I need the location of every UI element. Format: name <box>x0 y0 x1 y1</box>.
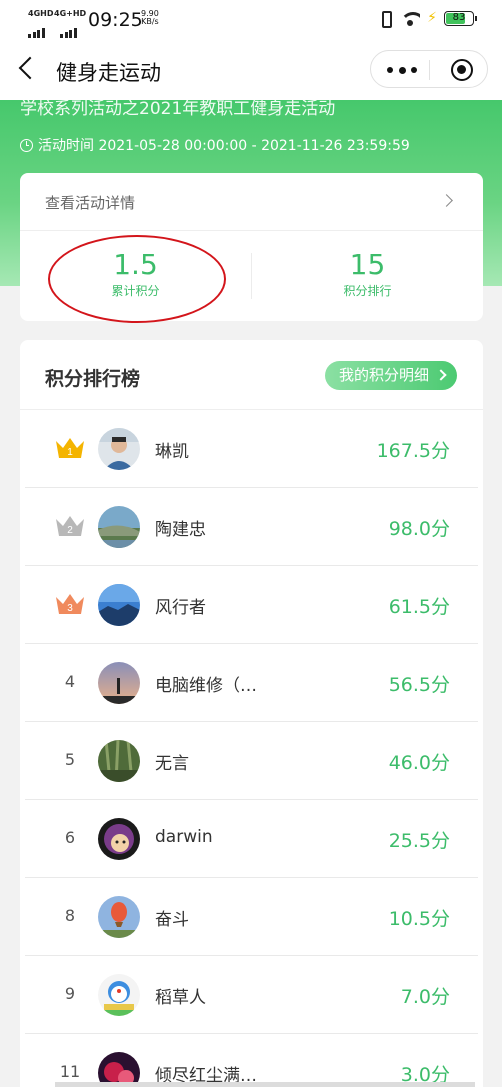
chevron-right-icon <box>440 194 453 207</box>
clock-time: 09:25 <box>88 9 143 31</box>
rank-number: 8 <box>64 906 76 925</box>
speed-unit: KB/s <box>141 17 159 26</box>
ranking-row[interactable]: 5 无言 46.0分 <box>25 722 478 800</box>
my-points-detail-label: 我的积分明细 <box>338 366 429 384</box>
activity-time-text: 活动时间 2021-05-28 00:00:00 - 2021-11-26 23… <box>38 138 410 154</box>
ranking-row[interactable]: 6 darwin 25.5分 <box>25 800 478 878</box>
user-name: darwin <box>155 827 213 847</box>
avatar <box>98 662 140 704</box>
rank-number: 6 <box>64 828 76 847</box>
user-points: 56.5分 <box>388 674 450 696</box>
rank-number: 5 <box>64 750 76 769</box>
annotation-circle <box>48 235 226 323</box>
clock-icon <box>20 138 33 152</box>
nav-bar: 健身走运动 <box>0 38 502 100</box>
more-icon[interactable] <box>387 66 417 74</box>
rank-number: 4 <box>64 672 76 691</box>
summary-card: 查看活动详情 1.5 累计积分 15 积分排行 <box>20 173 483 323</box>
network-type-1: 4GHD <box>28 9 54 18</box>
close-mini-program-icon[interactable] <box>451 59 473 81</box>
silver-crown-icon: 2 <box>56 516 84 536</box>
user-points: 25.5分 <box>388 830 450 852</box>
ranking-row[interactable]: 4 电脑维修（… 56.5分 <box>25 644 478 722</box>
activity-detail-link[interactable]: 查看活动详情 <box>20 173 483 231</box>
gold-crown-icon: 1 <box>56 438 84 458</box>
svg-text:2: 2 <box>67 525 73 536</box>
ranking-list: 积分排行榜 我的积分明细 1 琳凯 167.5分 2 陶建忠 98.0分 3 风… <box>20 340 483 1087</box>
user-name: 无言 <box>155 754 189 774</box>
svg-text:1: 1 <box>67 447 73 458</box>
user-name: 稻草人 <box>155 988 206 1008</box>
rank-value: 15 <box>349 248 386 281</box>
avatar <box>98 428 140 470</box>
charging-icon: ⚡ <box>427 10 437 26</box>
rank-label: 积分排行 <box>343 284 392 298</box>
user-name: 陶建忠 <box>155 520 206 540</box>
activity-detail-label: 查看活动详情 <box>45 194 136 212</box>
user-points: 167.5分 <box>376 440 450 462</box>
signal-icon <box>28 19 78 38</box>
user-name: 琳凯 <box>155 442 189 462</box>
wifi-icon <box>400 10 421 26</box>
battery-level: 83 <box>452 11 466 23</box>
mini-program-capsule <box>370 50 488 88</box>
user-name: 风行者 <box>155 598 206 618</box>
ranking-row[interactable]: 11 倾尽红尘满… 3.0分 <box>25 1034 478 1087</box>
rank-number: 11 <box>59 1062 81 1081</box>
vibrate-icon <box>377 10 393 28</box>
network-type-2: 4G+HD <box>54 9 87 18</box>
avatar <box>98 506 140 548</box>
user-points: 98.0分 <box>388 518 450 540</box>
ranking-row[interactable]: 1 琳凯 167.5分 <box>25 410 478 488</box>
activity-time: 活动时间 2021-05-28 00:00:00 - 2021-11-26 23… <box>20 135 410 155</box>
user-points: 7.0分 <box>400 986 450 1008</box>
user-points: 10.5分 <box>388 908 450 930</box>
network-type: 4GHD4G+HD <box>28 9 87 18</box>
back-icon[interactable] <box>18 56 42 80</box>
ranking-header: 积分排行榜 我的积分明细 <box>20 340 483 410</box>
home-indicator <box>55 1082 475 1087</box>
chevron-right-icon <box>435 369 447 381</box>
user-name: 奋斗 <box>155 910 189 930</box>
rank-stat[interactable]: 15 积分排行 <box>252 249 483 299</box>
user-points: 61.5分 <box>388 596 450 618</box>
ranking-row[interactable]: 8 奋斗 10.5分 <box>25 878 478 956</box>
user-points: 46.0分 <box>388 752 450 774</box>
svg-text:3: 3 <box>67 603 73 614</box>
avatar <box>98 584 140 626</box>
page-title: 健身走运动 <box>56 61 161 85</box>
activity-title: 学校系列活动之2021年教职工健身走活动 <box>20 100 336 119</box>
ranking-title: 积分排行榜 <box>45 368 141 390</box>
network-speed: 9.90 KB/s <box>141 10 159 26</box>
avatar <box>98 818 140 860</box>
bronze-crown-icon: 3 <box>56 594 84 614</box>
avatar <box>98 896 140 938</box>
avatar <box>98 974 140 1016</box>
status-bar: 4GHD4G+HD 09:25 9.90 KB/s ⚡ 83 <box>0 0 502 38</box>
battery-icon: 83 <box>444 10 477 26</box>
capsule-divider <box>429 60 430 80</box>
ranking-row[interactable]: 2 陶建忠 98.0分 <box>25 488 478 566</box>
ranking-row[interactable]: 3 风行者 61.5分 <box>25 566 478 644</box>
rank-number: 9 <box>64 984 76 1003</box>
avatar <box>98 740 140 782</box>
my-points-detail-button[interactable]: 我的积分明细 <box>324 361 457 390</box>
ranking-row[interactable]: 9 稻草人 7.0分 <box>25 956 478 1034</box>
user-name: 电脑维修（… <box>155 676 257 696</box>
